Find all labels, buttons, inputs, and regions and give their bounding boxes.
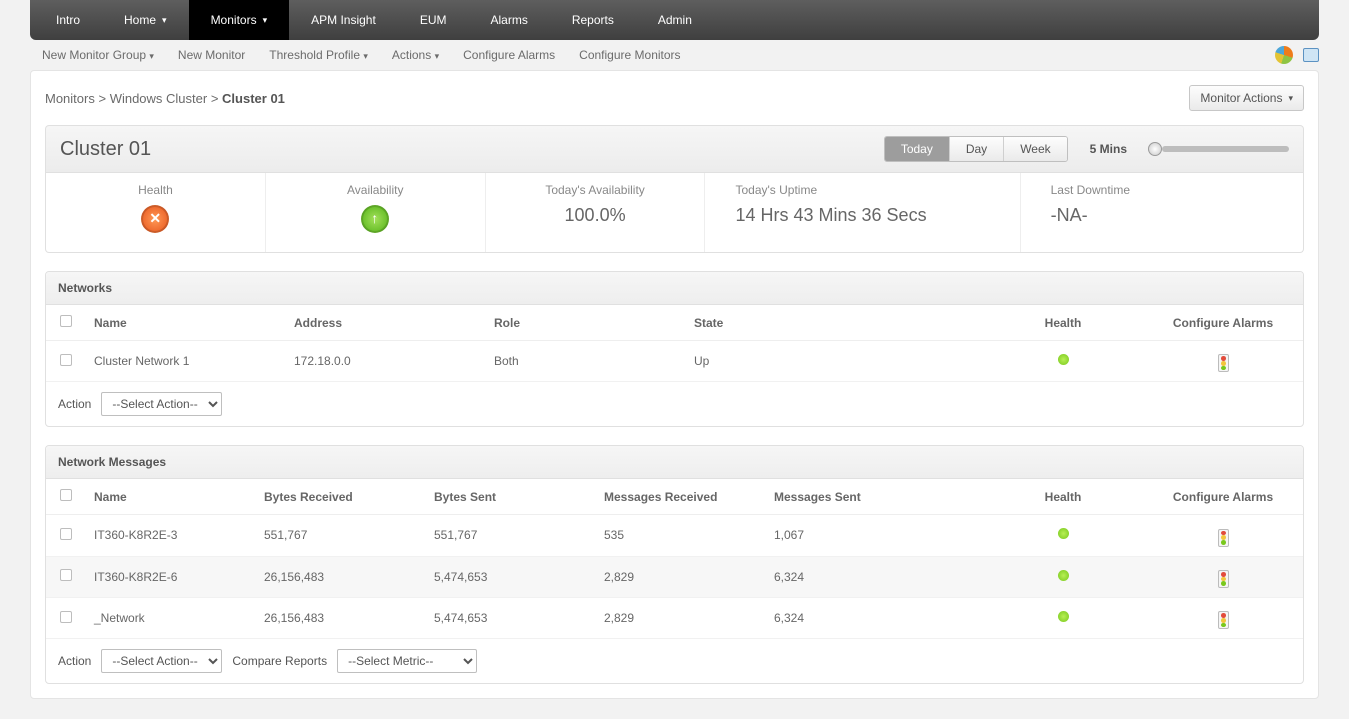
downtime-label: Last Downtime <box>1051 183 1273 197</box>
network-name[interactable]: Cluster Network 1 <box>86 341 286 382</box>
messages-footer: Action --Select Action-- Compare Reports… <box>46 639 1303 683</box>
range-week[interactable]: Week <box>1003 137 1066 161</box>
network-role: Both <box>486 341 686 382</box>
chevron-down-icon: ▾ <box>162 15 167 26</box>
msg-name[interactable]: _Network <box>86 597 256 638</box>
chevron-down-icon: ▾ <box>435 51 440 61</box>
networks-footer: Action --Select Action-- <box>46 382 1303 426</box>
network-state: Up <box>686 341 983 382</box>
subnav-configure-monitors[interactable]: Configure Monitors <box>567 42 692 68</box>
action-label: Action <box>58 397 91 411</box>
availability-label: Availability <box>296 183 455 197</box>
time-range-segment: Today Day Week <box>884 136 1068 162</box>
msg-name[interactable]: IT360-K8R2E-3 <box>86 515 256 556</box>
breadcrumb: Monitors > Windows Cluster > Cluster 01 <box>45 91 285 106</box>
chart-icon[interactable] <box>1275 46 1293 64</box>
nav-reports[interactable]: Reports <box>550 0 636 40</box>
today-availability-value: 100.0% <box>516 205 675 226</box>
compare-label: Compare Reports <box>232 654 327 668</box>
top-nav: Intro Home▾ Monitors▾ APM Insight EUM Al… <box>30 0 1319 40</box>
today-availability-label: Today's Availability <box>516 183 675 197</box>
configure-alarm-icon[interactable] <box>1218 354 1229 372</box>
row-checkbox[interactable] <box>60 528 72 540</box>
row-checkbox[interactable] <box>60 354 72 366</box>
msg-name[interactable]: IT360-K8R2E-6 <box>86 556 256 597</box>
availability-up-icon[interactable] <box>361 205 389 233</box>
configure-alarm-icon[interactable] <box>1218 611 1229 629</box>
nav-intro[interactable]: Intro <box>34 0 102 40</box>
nav-apm[interactable]: APM Insight <box>289 0 398 40</box>
network-address: 172.18.0.0 <box>286 341 486 382</box>
crumb-windows-cluster[interactable]: Windows Cluster <box>110 91 208 106</box>
table-row: Cluster Network 1 172.18.0.0 Both Up <box>46 341 1303 382</box>
subnav-threshold[interactable]: Threshold Profile ▾ <box>257 42 380 68</box>
interval-label: 5 Mins <box>1090 142 1127 156</box>
row-checkbox[interactable] <box>60 569 72 581</box>
configure-alarm-icon[interactable] <box>1218 570 1229 588</box>
health-critical-icon[interactable] <box>141 205 169 233</box>
title-bar: Cluster 01 Today Day Week 5 Mins <box>45 125 1304 173</box>
subnav-actions[interactable]: Actions ▾ <box>380 42 451 68</box>
range-today[interactable]: Today <box>885 137 949 161</box>
row-checkbox[interactable] <box>60 611 72 623</box>
content-area: Monitors > Windows Cluster > Cluster 01 … <box>30 70 1319 699</box>
uptime-value: 14 Hrs 43 Mins 36 Secs <box>735 205 989 226</box>
action-label: Action <box>58 654 91 668</box>
chevron-down-icon: ▾ <box>149 51 154 61</box>
page-title: Cluster 01 <box>60 138 151 161</box>
health-dot-icon[interactable] <box>1058 354 1069 365</box>
monitor-actions-button[interactable]: Monitor Actions▾ <box>1189 85 1304 111</box>
crumb-current: Cluster 01 <box>222 91 285 106</box>
range-day[interactable]: Day <box>949 137 1003 161</box>
stat-row: Health Availability Today's Availability… <box>45 173 1304 253</box>
nav-eum[interactable]: EUM <box>398 0 469 40</box>
nav-admin[interactable]: Admin <box>636 0 714 40</box>
health-dot-icon[interactable] <box>1058 528 1069 539</box>
crumb-monitors[interactable]: Monitors <box>45 91 95 106</box>
downtime-value: -NA- <box>1051 205 1273 226</box>
table-row: IT360-K8R2E-3 551,767 551,767 535 1,067 <box>46 515 1303 556</box>
sub-nav: New Monitor Group ▾ New Monitor Threshol… <box>30 40 1319 70</box>
subnav-new-monitor[interactable]: New Monitor <box>166 42 257 68</box>
chevron-down-icon: ▾ <box>363 51 368 61</box>
compare-metric-select[interactable]: --Select Metric-- <box>337 649 477 673</box>
messages-action-select[interactable]: --Select Action-- <box>101 649 222 673</box>
messages-panel: Network Messages Name Bytes Received Byt… <box>45 445 1304 684</box>
subnav-configure-alarms[interactable]: Configure Alarms <box>451 42 567 68</box>
chevron-down-icon: ▾ <box>1288 93 1293 104</box>
table-row: IT360-K8R2E-6 26,156,483 5,474,653 2,829… <box>46 556 1303 597</box>
messages-heading: Network Messages <box>46 446 1303 479</box>
print-icon[interactable] <box>1303 48 1319 62</box>
messages-table: Name Bytes Received Bytes Sent Messages … <box>46 479 1303 639</box>
checkbox-all[interactable] <box>60 489 72 501</box>
configure-alarm-icon[interactable] <box>1218 529 1229 547</box>
networks-heading: Networks <box>46 272 1303 305</box>
networks-panel: Networks Name Address Role State Health … <box>45 271 1304 427</box>
slider-knob[interactable] <box>1148 142 1162 156</box>
subnav-new-group[interactable]: New Monitor Group ▾ <box>30 42 166 68</box>
uptime-label: Today's Uptime <box>735 183 989 197</box>
checkbox-all[interactable] <box>60 315 72 327</box>
nav-alarms[interactable]: Alarms <box>468 0 549 40</box>
networks-table: Name Address Role State Health Configure… <box>46 305 1303 382</box>
table-row: _Network 26,156,483 5,474,653 2,829 6,32… <box>46 597 1303 638</box>
interval-slider[interactable] <box>1149 144 1289 154</box>
health-dot-icon[interactable] <box>1058 611 1069 622</box>
chevron-down-icon: ▾ <box>263 15 268 26</box>
nav-home[interactable]: Home▾ <box>102 0 189 40</box>
health-label: Health <box>76 183 235 197</box>
nav-monitors[interactable]: Monitors▾ <box>189 0 290 40</box>
networks-action-select[interactable]: --Select Action-- <box>101 392 222 416</box>
health-dot-icon[interactable] <box>1058 570 1069 581</box>
